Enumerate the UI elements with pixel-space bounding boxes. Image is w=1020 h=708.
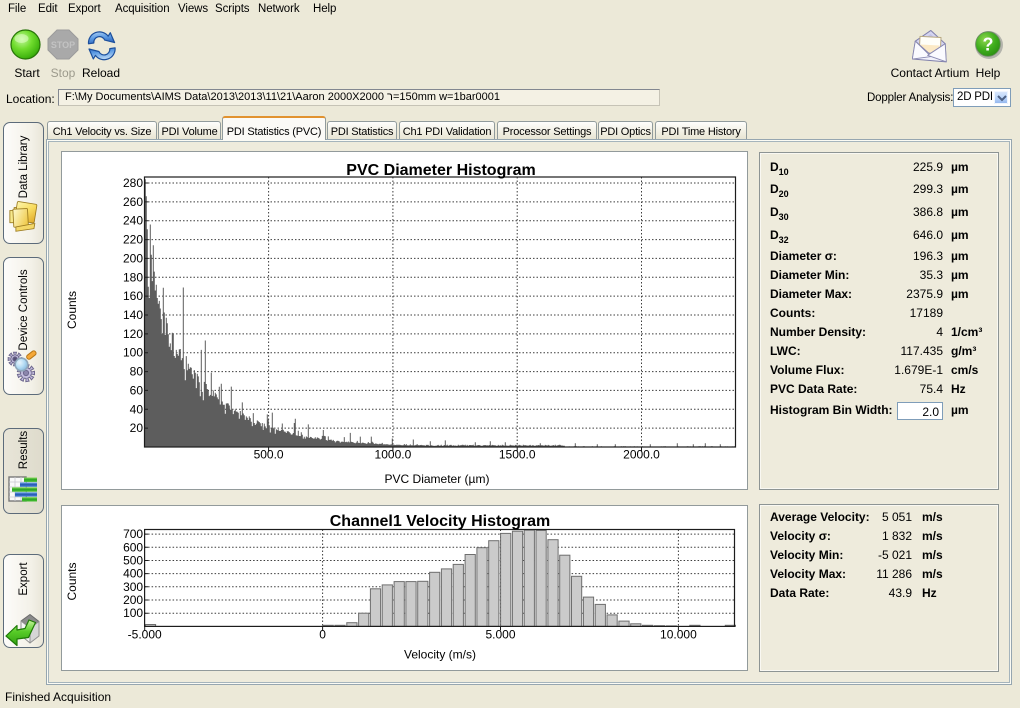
svg-text:300: 300 (123, 580, 143, 594)
svg-text:10.000: 10.000 (660, 628, 697, 642)
svg-text:260: 260 (123, 195, 143, 209)
svg-text:80: 80 (130, 365, 144, 379)
svg-text:Counts: Counts (65, 562, 79, 600)
svg-text:120: 120 (123, 327, 143, 341)
svg-text:1500.0: 1500.0 (499, 448, 536, 462)
svg-text:?: ? (983, 35, 994, 55)
svg-text:500.0: 500.0 (254, 448, 284, 462)
svg-text:1000.0: 1000.0 (375, 448, 412, 462)
svg-text:160: 160 (123, 289, 143, 303)
svg-text:60: 60 (130, 383, 144, 397)
svg-text:40: 40 (130, 402, 144, 416)
svg-text:240: 240 (123, 214, 143, 228)
svg-text:2000.0: 2000.0 (623, 448, 660, 462)
svg-text:220: 220 (123, 233, 143, 247)
svg-text:100: 100 (123, 606, 143, 620)
svg-text:5.000: 5.000 (485, 628, 515, 642)
svg-text:700: 700 (123, 527, 143, 541)
svg-text:-5.000: -5.000 (128, 628, 162, 642)
svg-text:140: 140 (123, 308, 143, 322)
svg-text:400: 400 (123, 567, 143, 581)
svg-text:PVC Diameter (µm): PVC Diameter (µm) (385, 472, 490, 486)
svg-text:STOP: STOP (51, 40, 75, 50)
svg-text:PVC Diameter Histogram: PVC Diameter Histogram (346, 162, 535, 179)
svg-text:Counts: Counts (65, 291, 79, 329)
svg-text:200: 200 (123, 593, 143, 607)
svg-text:Device Controls: Device Controls (18, 269, 30, 350)
svg-text:0: 0 (319, 628, 326, 642)
svg-text:Velocity (m/s): Velocity (m/s) (404, 648, 476, 662)
svg-text:100: 100 (123, 346, 143, 360)
svg-text:600: 600 (123, 540, 143, 554)
svg-text:Data Library: Data Library (18, 135, 30, 198)
svg-text:20: 20 (130, 421, 144, 435)
svg-text:280: 280 (123, 176, 143, 190)
svg-text:Export: Export (18, 562, 30, 596)
svg-text:200: 200 (123, 251, 143, 265)
svg-text:Channel1 Velocity Histogram: Channel1 Velocity Histogram (330, 513, 551, 530)
svg-text:180: 180 (123, 270, 143, 284)
svg-text:Results: Results (18, 431, 30, 470)
svg-text:500: 500 (123, 554, 143, 568)
